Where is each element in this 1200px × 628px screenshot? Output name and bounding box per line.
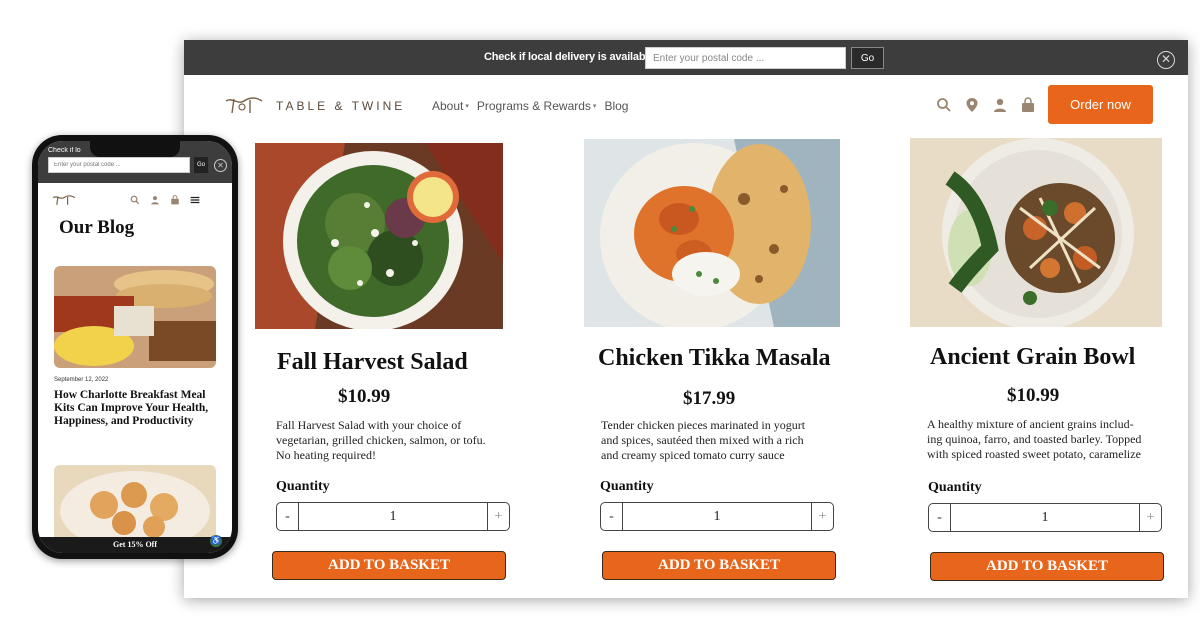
- user-icon[interactable]: [150, 195, 160, 205]
- nav-blog-label: Blog: [604, 99, 629, 113]
- blog-post-image[interactable]: [54, 266, 216, 368]
- desktop-window: Check if local delivery is available Go …: [184, 40, 1188, 598]
- product-name: Ancient Grain Bowl: [930, 344, 1136, 370]
- mobile-postal-input[interactable]: [48, 157, 190, 173]
- mobile-header-icons: [130, 195, 200, 205]
- chevron-down-icon: ▾: [465, 103, 469, 110]
- quantity-input[interactable]: [951, 504, 1139, 531]
- product-image[interactable]: [255, 143, 503, 329]
- delivery-label: Check if local delivery is available: [484, 51, 655, 63]
- description-line: and creamy spiced tomato curry sauce: [601, 448, 785, 462]
- decrement-button[interactable]: -: [277, 503, 299, 530]
- product-card-chicken-tikka-masala: Chicken Tikka Masala $17.99 Tender chick…: [584, 137, 844, 598]
- nav-programs-label: Programs & Rewards: [476, 99, 591, 113]
- description-line: and spices, sautéed then mixed with a ri…: [601, 433, 804, 447]
- description-line: ing quinoa, farro, and toasted barley. T…: [927, 432, 1142, 446]
- product-image[interactable]: [910, 138, 1162, 327]
- phone-frame: Check if lo Go ✕: [32, 135, 238, 559]
- navbar: TABLE & TWINE About ▾ Programs & Rewards…: [184, 75, 1188, 137]
- product-name: Chicken Tikka Masala: [598, 345, 831, 371]
- quantity-input[interactable]: [299, 503, 487, 530]
- quantity-input[interactable]: [623, 503, 811, 530]
- logo-icon[interactable]: [52, 193, 76, 207]
- page-title: Our Blog: [59, 217, 135, 238]
- nav-about[interactable]: About ▾: [432, 99, 469, 113]
- main-nav: About ▾ Programs & Rewards ▾ Blog: [432, 99, 628, 113]
- product-card-fall-harvest-salad: Fall Harvest Salad $10.99 Fall Harvest S…: [255, 137, 515, 598]
- product-price: $10.99: [338, 386, 391, 407]
- description-line: Fall Harvest Salad with your choice of: [276, 418, 462, 432]
- description-line: with spiced roasted sweet potato, carame…: [927, 447, 1141, 461]
- mobile-go-button[interactable]: Go: [194, 157, 208, 173]
- location-pin-icon[interactable]: [964, 97, 980, 113]
- decrement-button[interactable]: -: [601, 503, 623, 530]
- nav-programs-rewards[interactable]: Programs & Rewards ▾: [477, 99, 597, 113]
- go-button[interactable]: Go: [851, 47, 884, 69]
- salad-image: [255, 143, 503, 329]
- product-description: A healthy mixture of ancient grains incl…: [927, 417, 1143, 462]
- description-line: vegetarian, grilled chicken, salmon, or …: [276, 433, 486, 447]
- breakfast-image: [54, 266, 216, 368]
- basket-icon[interactable]: [1020, 97, 1036, 113]
- delivery-bar: Check if local delivery is available Go …: [184, 40, 1188, 75]
- brand-name[interactable]: TABLE & TWINE: [276, 99, 405, 113]
- description-line: No heating required!: [276, 448, 376, 462]
- promo-banner[interactable]: Get 15% Off: [38, 537, 232, 553]
- close-icon[interactable]: ✕: [214, 159, 227, 172]
- search-icon[interactable]: [936, 97, 952, 113]
- increment-button[interactable]: +: [811, 503, 833, 530]
- product-description: Tender chicken pieces marinated in yogur…: [601, 418, 817, 463]
- increment-button[interactable]: +: [1139, 504, 1161, 531]
- blog-post-image[interactable]: [54, 465, 216, 543]
- user-icon[interactable]: [992, 97, 1008, 113]
- basket-icon[interactable]: [170, 195, 180, 205]
- logo-icon[interactable]: [224, 95, 264, 115]
- product-description: Fall Harvest Salad with your choice of v…: [276, 418, 492, 463]
- product-price: $10.99: [1007, 385, 1060, 406]
- header-icons: [936, 97, 1036, 113]
- product-card-ancient-grain-bowl: Ancient Grain Bowl $10.99 A healthy mixt…: [910, 137, 1180, 598]
- gnocchi-image: [54, 465, 216, 543]
- add-to-basket-button[interactable]: ADD TO BASKET: [602, 551, 836, 580]
- quantity-stepper: - +: [600, 502, 834, 531]
- accessibility-icon[interactable]: ♿: [210, 535, 222, 547]
- postal-code-input[interactable]: [645, 47, 846, 69]
- quantity-stepper: - +: [276, 502, 510, 531]
- menu-icon[interactable]: [190, 195, 200, 205]
- add-to-basket-button[interactable]: ADD TO BASKET: [930, 552, 1164, 581]
- product-name: Fall Harvest Salad: [277, 349, 468, 375]
- post-title[interactable]: How Charlotte Breakfast Meal Kits Can Im…: [54, 389, 216, 428]
- tikka-masala-image: [584, 139, 840, 327]
- quantity-label: Quantity: [600, 479, 654, 494]
- description-line: Tender chicken pieces marinated in yogur…: [601, 418, 806, 432]
- nav-blog[interactable]: Blog: [604, 99, 628, 113]
- nav-about-label: About: [432, 99, 464, 113]
- quantity-stepper: - +: [928, 503, 1162, 532]
- mobile-navbar: [38, 183, 232, 213]
- grain-bowl-image: [910, 138, 1162, 327]
- phone-notch: [90, 141, 180, 157]
- mobile-delivery-label: Check if lo: [48, 147, 81, 154]
- post-date: September 12, 2022: [54, 377, 109, 383]
- quantity-label: Quantity: [276, 479, 330, 494]
- close-icon[interactable]: ✕: [1157, 51, 1175, 69]
- order-now-button[interactable]: Order now: [1048, 85, 1153, 124]
- product-image[interactable]: [584, 139, 840, 327]
- decrement-button[interactable]: -: [929, 504, 951, 531]
- add-to-basket-button[interactable]: ADD TO BASKET: [272, 551, 506, 580]
- search-icon[interactable]: [130, 195, 140, 205]
- quantity-label: Quantity: [928, 480, 982, 495]
- product-price: $17.99: [683, 388, 736, 409]
- chevron-down-icon: ▾: [592, 103, 597, 110]
- increment-button[interactable]: +: [487, 503, 509, 530]
- phone-screen: Check if lo Go ✕: [38, 141, 232, 553]
- description-line: A healthy mixture of ancient grains incl…: [927, 417, 1134, 431]
